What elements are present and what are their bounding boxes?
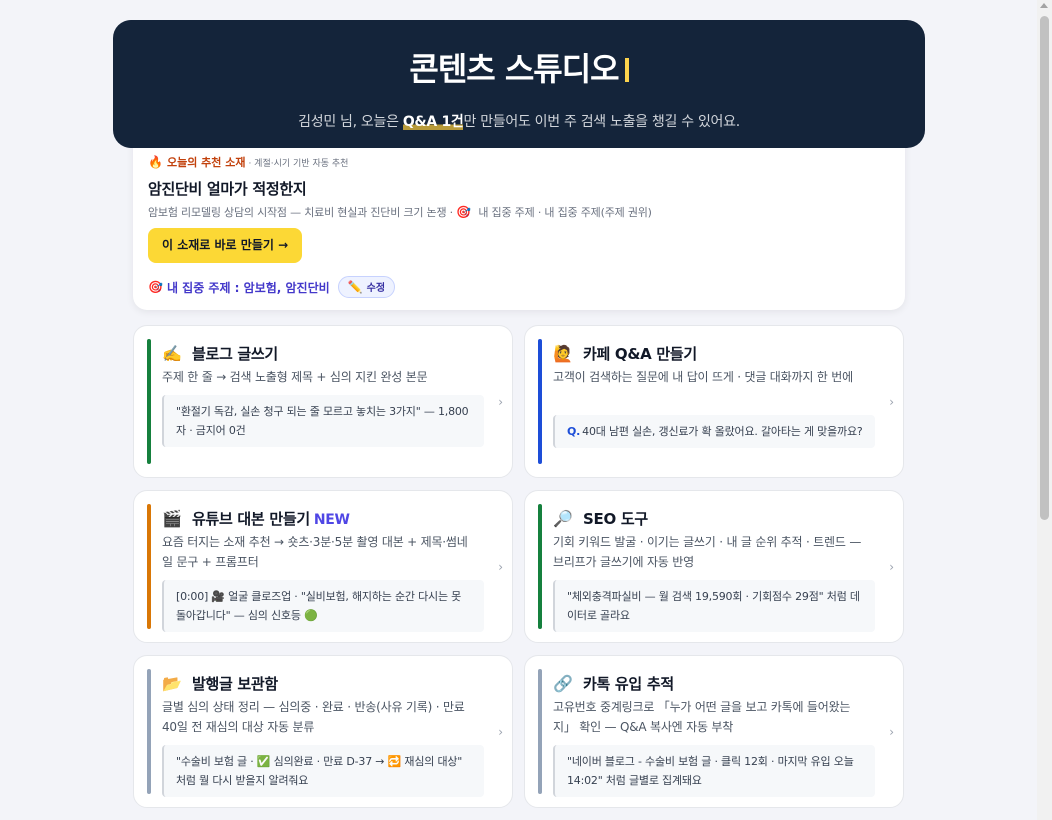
chevron-right-icon: › (498, 395, 503, 409)
card-title: 🔎 SEO 도구 (553, 509, 648, 528)
card-description: 고유번호 중계링크로 「누가 어떤 글을 보고 카톡에 들어왔는지」 확인 — … (553, 700, 851, 734)
new-badge: NEW (313, 512, 350, 528)
scroll-thumb[interactable] (1040, 16, 1049, 520)
target-icon: 🎯 (148, 280, 163, 294)
edit-focus-button[interactable]: ✏️ 수정 (337, 276, 396, 298)
target-icon: 🎯 (456, 205, 472, 219)
card-accent-bar (538, 504, 542, 629)
content-studio-page: 콘텐츠 스튜디오 김성민 님, 오늘은 Q&A 1건만 만들어도 이번 주 검색… (0, 0, 1052, 820)
card-example: [0:00] 🎥 얼굴 클로즈업 · "실비보험, 해지하는 순간 다시는 못 … (162, 580, 484, 632)
raising-hand-icon: 🙋 (553, 344, 573, 363)
hero-subtitle: 김성민 님, 오늘은 Q&A 1건만 만들어도 이번 주 검색 노출을 챙길 수… (298, 114, 740, 130)
card-title: 🙋 카페 Q&A 만들기 (553, 344, 697, 363)
fire-icon: 🔥 (148, 155, 163, 169)
card-example: "환절기 독감, 실손 청구 되는 줄 모르고 놓치는 3가지" — 1,800… (162, 395, 484, 447)
card-accent-bar (147, 339, 151, 464)
card-title: 🎬 유튜브 대본 만들기 NEW (162, 509, 350, 528)
card-example: "수술비 보험 글 · ✅ 심의완료 · 만료 D-37 → 🔁 재심의 대상"… (162, 745, 484, 797)
card-blog-writing[interactable]: ✍️ 블로그 글쓰기 주제 한 줄 → 검색 노출형 제목 + 심의 지킨 완성 … (133, 325, 513, 478)
card-description: 주제 한 줄 → 검색 노출형 제목 + 심의 지킨 완성 본문 (162, 370, 428, 384)
hero-banner: 콘텐츠 스튜디오 김성민 님, 오늘은 Q&A 1건만 만들어도 이번 주 검색… (113, 20, 925, 148)
recommend-title: 암진단비 얼마가 적정한지 (148, 180, 307, 198)
chevron-right-icon: › (889, 560, 894, 574)
cursor-mark (624, 58, 629, 82)
card-title: 🔗 카톡 유입 추적 (553, 674, 674, 693)
card-example: "체외충격파실비 — 월 검색 19,590회 · 기회점수 29점" 처럼 데… (553, 580, 875, 632)
card-cafe-qa[interactable]: 🙋 카페 Q&A 만들기 고객이 검색하는 질문에 내 답이 뜨게 · 댓글 대화… (524, 325, 904, 478)
card-youtube-script[interactable]: 🎬 유튜브 대본 만들기 NEW 요즘 터지는 소재 추천 → 숏츠·3분·5분 촬… (133, 490, 513, 643)
card-example: "네이버 블로그 - 수술비 보험 글 · 클릭 12회 · 마지막 유입 오늘… (553, 745, 875, 797)
make-with-topic-button[interactable]: 이 소재로 바로 만들기 → (148, 228, 303, 263)
recommend-kicker-sub: · 계절·시기 기반 자동 추천 (248, 159, 349, 169)
card-title: 📂 발행글 보관함 (162, 674, 278, 693)
pencil-icon: ✏️ (347, 280, 363, 294)
question-marker: Q. (567, 425, 581, 438)
chevron-right-icon: › (498, 560, 503, 574)
clapper-icon: 🎬 (162, 509, 182, 528)
recommend-card: 🔥 오늘의 추천 소재 · 계절·시기 기반 자동 추천 암진단비 얼마가 적정한지… (133, 136, 905, 310)
folder-icon: 📂 (162, 674, 182, 693)
scroll-up-arrow-icon[interactable] (1040, 3, 1048, 8)
card-description: 기회 키워드 발굴 · 이기는 글쓰기 · 내 글 순위 추적 · 트렌드 — … (553, 535, 862, 569)
card-description: 글별 심의 상태 정리 — 심의중 · 완료 · 반송(사유 기록) · 만료 … (162, 700, 465, 734)
recommend-description: 암보험 리모델링 상담의 시작점 — 치료비 현실과 진단비 크기 논쟁 · 🎯… (148, 205, 652, 219)
card-description: 고객이 검색하는 질문에 내 답이 뜨게 · 댓글 대화까지 한 번에 (553, 370, 853, 384)
vertical-scrollbar[interactable] (1037, 0, 1052, 820)
card-accent-bar (538, 339, 542, 464)
chevron-right-icon: › (889, 725, 894, 739)
page-title: 콘텐츠 스튜디오 (113, 44, 925, 90)
card-example: Q. 40대 남편 실손, 갱신료가 확 올랐어요. 갈아타는 게 맞을까요? (553, 415, 875, 448)
card-seo-tools[interactable]: 🔎 SEO 도구 기회 키워드 발굴 · 이기는 글쓰기 · 내 글 순위 추적 … (524, 490, 904, 643)
card-accent-bar (147, 669, 151, 794)
chevron-right-icon: › (498, 725, 503, 739)
highlight-text: Q&A 1건 (402, 114, 464, 130)
card-title: ✍️ 블로그 글쓰기 (162, 344, 278, 363)
card-published-archive[interactable]: 📂 발행글 보관함 글별 심의 상태 정리 — 심의중 · 완료 · 반송(사유 … (133, 655, 513, 808)
link-icon: 🔗 (553, 674, 573, 693)
focus-topic-row: 🎯 내 집중 주제 : 암보험, 암진단비 ✏️ 수정 (148, 276, 396, 298)
writing-hand-icon: ✍️ (162, 344, 182, 363)
focus-topic-label: 내 집중 주제 : 암보험, 암진단비 (166, 280, 330, 295)
card-accent-bar (538, 669, 542, 794)
magnifier-icon: 🔎 (553, 509, 573, 528)
recommend-kicker: 🔥 오늘의 추천 소재 · 계절·시기 기반 자동 추천 (148, 155, 349, 169)
chevron-right-icon: › (889, 395, 894, 409)
card-description: 요즘 터지는 소재 추천 → 숏츠·3분·5분 촬영 대본 + 제목·썸네일 문… (162, 535, 468, 569)
card-kakao-tracking[interactable]: 🔗 카톡 유입 추적 고유번호 중계링크로 「누가 어떤 글을 보고 카톡에 들어… (524, 655, 904, 808)
card-accent-bar (147, 504, 151, 629)
